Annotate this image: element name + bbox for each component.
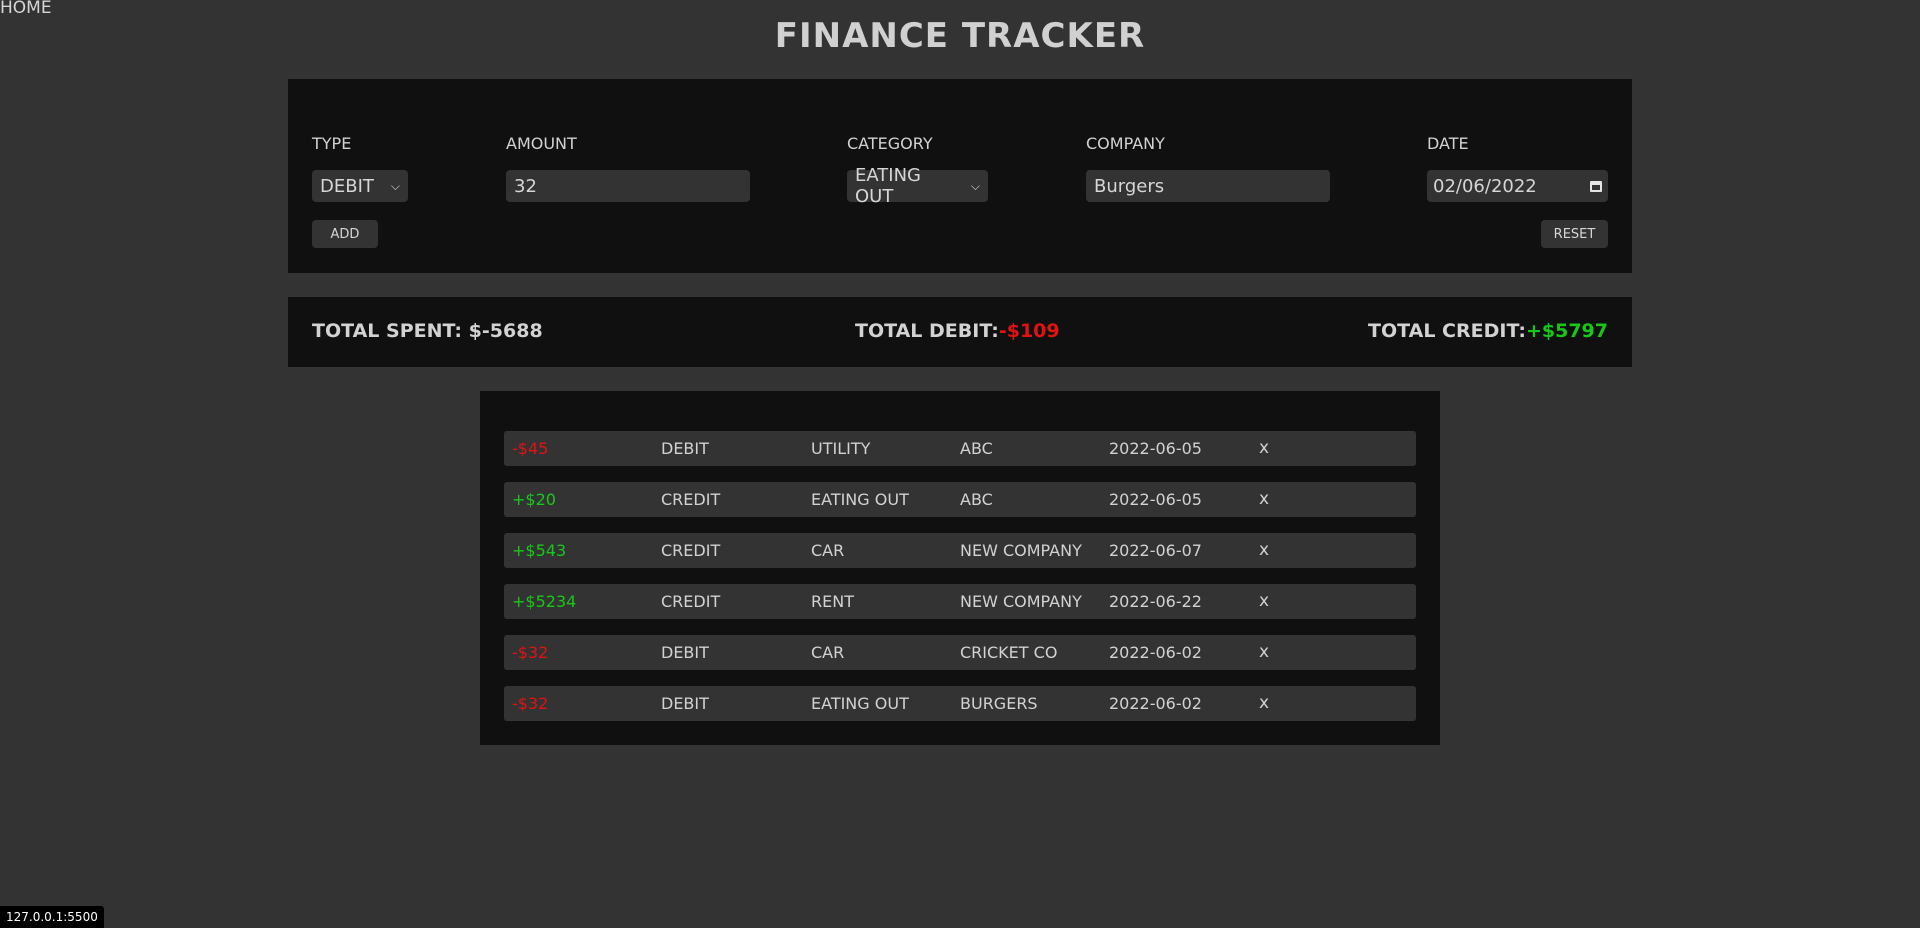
transaction-type: CREDIT [661,490,721,509]
transaction-category: CAR [811,541,845,560]
home-link[interactable]: HOME [0,0,52,17]
transaction-company: ABC [960,439,993,458]
type-select[interactable]: DEBIT ⌵ [312,170,408,202]
date-input-value: 02/06/2022 [1433,175,1537,197]
transaction-company: BURGERS [960,694,1038,713]
type-label: TYPE [312,134,352,153]
transaction-company: NEW COMPANY [960,541,1082,560]
transaction-amount: +$5234 [512,592,577,611]
type-select-value: DEBIT [320,175,374,197]
total-debit-label: TOTAL DEBIT: [855,320,999,342]
category-select[interactable]: EATING OUT ⌵ [847,165,988,207]
date-label: DATE [1427,134,1469,153]
transaction-date: 2022-06-02 [1109,694,1202,713]
transaction-company: CRICKET CO [960,643,1058,662]
table-row: +$5234 CREDIT RENT NEW COMPANY 2022-06-2… [504,584,1416,619]
transaction-company: NEW COMPANY [960,592,1082,611]
table-row: +$543 CREDIT CAR NEW COMPANY 2022-06-07 … [504,533,1416,568]
total-debit-value: -$109 [998,320,1060,342]
transaction-date: 2022-06-05 [1109,490,1202,509]
amount-input-value: 32 [514,175,537,197]
add-button[interactable]: ADD [312,220,378,248]
transaction-type: CREDIT [661,592,721,611]
category-select-value: EATING OUT [855,165,922,207]
transaction-amount: +$543 [512,541,567,560]
transaction-amount: -$32 [512,694,549,713]
delete-button[interactable]: x [1259,635,1269,670]
company-label: COMPANY [1086,134,1165,153]
total-spent-value: $-5688 [468,320,543,342]
reset-button[interactable]: RESET [1541,220,1608,248]
company-input-value: Burgers [1094,175,1165,197]
total-credit: TOTAL CREDIT:+$5797 [1368,320,1608,342]
date-input[interactable]: 02/06/2022 [1427,170,1608,202]
calendar-icon[interactable] [1590,180,1602,192]
transaction-company: ABC [960,490,993,509]
transaction-type: DEBIT [661,643,709,662]
transaction-form: TYPE DEBIT ⌵ AMOUNT 32 CATEGORY EATING O… [288,79,1632,273]
totals-panel: TOTAL SPENT: $-5688 TOTAL DEBIT:-$109 TO… [288,297,1632,367]
transaction-amount: -$45 [512,439,549,458]
transaction-category: EATING OUT [811,694,909,713]
transaction-category: UTILITY [811,439,871,458]
transaction-type: CREDIT [661,541,721,560]
amount-label: AMOUNT [506,134,577,153]
company-input[interactable]: Burgers [1086,170,1330,202]
transaction-date: 2022-06-05 [1109,439,1202,458]
delete-button[interactable]: x [1259,686,1269,721]
delete-button[interactable]: x [1259,482,1269,517]
total-spent-label: TOTAL SPENT: [312,320,463,342]
transaction-date: 2022-06-07 [1109,541,1202,560]
total-spent: TOTAL SPENT: $-5688 [312,320,543,342]
transaction-date: 2022-06-02 [1109,643,1202,662]
delete-button[interactable]: x [1259,533,1269,568]
table-row: -$45 DEBIT UTILITY ABC 2022-06-05 x [504,431,1416,466]
transaction-category: RENT [811,592,854,611]
transaction-category: CAR [811,643,845,662]
transaction-amount: -$32 [512,643,549,662]
total-credit-label: TOTAL CREDIT: [1368,320,1526,342]
table-row: -$32 DEBIT CAR CRICKET CO 2022-06-02 x [504,635,1416,670]
table-row: +$20 CREDIT EATING OUT ABC 2022-06-05 x [504,482,1416,517]
category-label: CATEGORY [847,134,933,153]
delete-button[interactable]: x [1259,431,1269,466]
transaction-type: DEBIT [661,439,709,458]
transaction-list: -$45 DEBIT UTILITY ABC 2022-06-05 x +$20… [480,391,1440,745]
total-debit: TOTAL DEBIT:-$109 [855,320,1060,342]
table-row: -$32 DEBIT EATING OUT BURGERS 2022-06-02… [504,686,1416,721]
transaction-type: DEBIT [661,694,709,713]
transaction-category: EATING OUT [811,490,909,509]
chevron-down-icon: ⌵ [390,178,400,193]
total-credit-value: +$5797 [1525,320,1608,342]
chevron-down-icon: ⌵ [970,178,980,193]
transaction-amount: +$20 [512,490,556,509]
amount-input[interactable]: 32 [506,170,750,202]
transaction-date: 2022-06-22 [1109,592,1202,611]
delete-button[interactable]: x [1259,584,1269,619]
status-bar-url: 127.0.0.1:5500 [0,906,104,928]
page-title: FINANCE TRACKER [774,16,1146,56]
